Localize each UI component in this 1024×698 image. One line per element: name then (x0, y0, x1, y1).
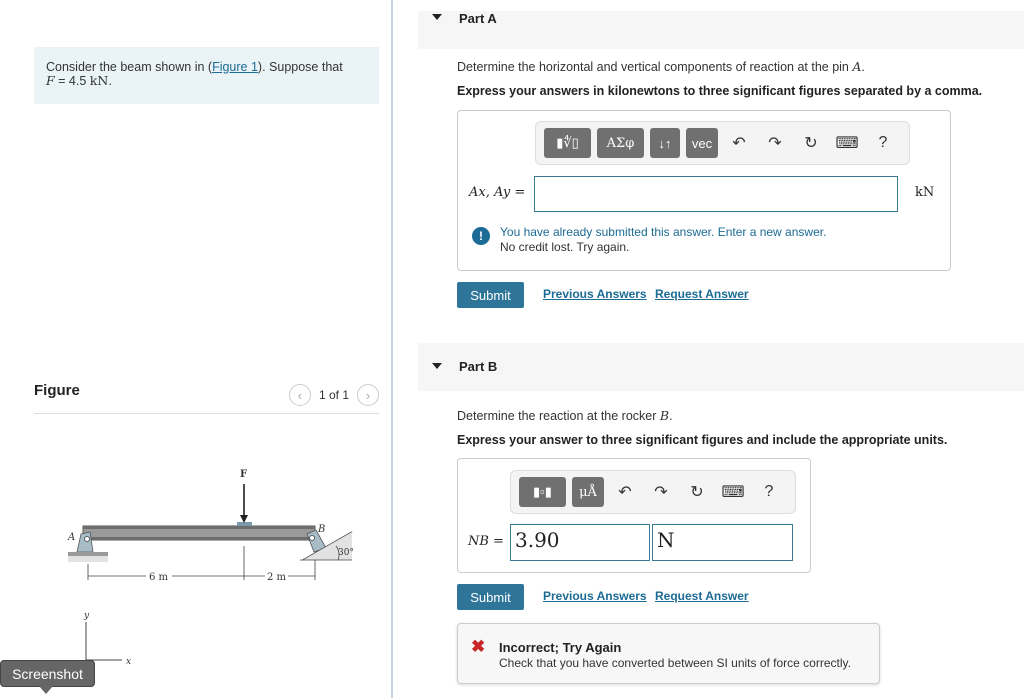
part-b-toolbar: ▮▫▮ μÅ ↶ ↷ ↻ ⌨ ? (510, 470, 796, 514)
greek-symbols-button[interactable]: ΑΣφ (597, 128, 644, 158)
pin-support-a (76, 531, 94, 553)
part-b-answer-box: ▮▫▮ μÅ ↶ ↷ ↻ ⌨ ? NB = 3.90 N (457, 458, 811, 573)
given-var: F (46, 73, 55, 88)
part-a-question: Determine the horizontal and vertical co… (457, 59, 865, 74)
arrows-button[interactable]: ↓↑ (650, 128, 680, 158)
left-pane: Consider the beam shown in (Figure 1). S… (0, 0, 392, 698)
x-axis-label: x (126, 657, 131, 667)
part-a-previous-answers-link[interactable]: Previous Answers (543, 287, 647, 301)
figure-link[interactable]: Figure 1 (212, 60, 258, 74)
incorrect-x-icon: ✖ (471, 637, 486, 656)
part-b-previous-answers-link[interactable]: Previous Answers (543, 589, 647, 603)
part-b-submit-button[interactable]: Submit (457, 584, 524, 610)
beam-figure: F A B 30° 6 m 2 m y x (67, 469, 354, 667)
figure-title: Figure (34, 382, 80, 399)
chevron-left-icon: ‹ (297, 387, 303, 403)
rocker-label: B (317, 524, 325, 535)
right-pane: Part A Determine the horizontal and vert… (393, 0, 1024, 698)
collapse-triangle-icon (432, 363, 442, 369)
pin-label: A (67, 532, 75, 543)
reset-icon[interactable]: ↻ (796, 128, 826, 158)
feedback-title: Incorrect; Try Again (499, 640, 622, 655)
part-b-unit-input[interactable]: N (652, 524, 793, 561)
part-b-value-input[interactable]: 3.90 (510, 524, 650, 561)
load-plate (237, 522, 252, 526)
part-a-toolbar: ▮∜▯ ΑΣφ ↓↑ vec ↶ ↷ ↻ ⌨ ? (535, 121, 910, 165)
dimension-2m: 2 m (267, 572, 287, 583)
part-a-answer-input[interactable] (534, 176, 898, 212)
keyboard-icon[interactable]: ⌨ (832, 128, 862, 158)
part-a-request-answer-link[interactable]: Request Answer (655, 287, 749, 301)
redo-icon[interactable]: ↷ (646, 477, 676, 507)
next-figure-button[interactable]: › (357, 384, 379, 406)
y-axis-label: y (83, 611, 90, 621)
force-label: F (240, 469, 247, 480)
screenshot-tooltip: Screenshot (0, 660, 95, 694)
undo-icon[interactable]: ↶ (610, 477, 640, 507)
part-a-title: Part A (459, 11, 497, 26)
already-submitted-notice: ! You have already submitted this answer… (472, 225, 826, 254)
part-b-request-answer-link[interactable]: Request Answer (655, 589, 749, 603)
incorrect-feedback: ✖ Incorrect; Try Again Check that you ha… (457, 623, 880, 684)
reset-icon[interactable]: ↻ (682, 477, 712, 507)
units-button[interactable]: μÅ (572, 477, 604, 507)
redo-icon[interactable]: ↷ (760, 128, 790, 158)
undo-icon[interactable]: ↶ (724, 128, 754, 158)
part-b-instruction: Express your answer to three significant… (457, 433, 948, 447)
dimension-6m: 6 m (149, 572, 169, 583)
part-b-title: Part B (459, 359, 498, 374)
part-a-answer-box: ▮∜▯ ΑΣφ ↓↑ vec ↶ ↷ ↻ ⌨ ? Ax, Ay = kN ! Y… (457, 110, 951, 271)
part-a-instruction: Express your answers in kilonewtons to t… (457, 84, 983, 98)
templates-button[interactable]: ▮∜▯ (544, 128, 591, 158)
part-b-question: Determine the reaction at the rocker B. (457, 408, 673, 423)
keyboard-icon[interactable]: ⌨ (718, 477, 748, 507)
help-icon[interactable]: ? (754, 477, 784, 507)
info-icon: ! (472, 227, 490, 245)
figure-page-count: 1 of 1 (318, 388, 349, 402)
figure-header: Figure ‹ 1 of 1 › (34, 380, 379, 414)
templates-button[interactable]: ▮▫▮ (519, 477, 566, 507)
angle-label: 30° (338, 548, 354, 558)
problem-statement: Consider the beam shown in (Figure 1). S… (34, 47, 379, 104)
feedback-message: Check that you have converted between SI… (499, 656, 851, 670)
chevron-right-icon: › (365, 387, 371, 403)
prev-figure-button[interactable]: ‹ (288, 384, 311, 406)
figure-pager: ‹ 1 of 1 › (288, 384, 379, 406)
part-a-header[interactable]: Part A (418, 11, 1024, 49)
part-a-input-label: Ax, Ay = (469, 185, 526, 200)
help-icon[interactable]: ? (868, 128, 898, 158)
vector-button[interactable]: vec (686, 128, 718, 158)
part-b-header[interactable]: Part B (418, 343, 1024, 391)
collapse-triangle-icon (432, 14, 442, 20)
part-b-input-label: NB = (468, 534, 504, 549)
part-a-unit: kN (915, 185, 935, 200)
part-a-submit-button[interactable]: Submit (457, 282, 524, 308)
